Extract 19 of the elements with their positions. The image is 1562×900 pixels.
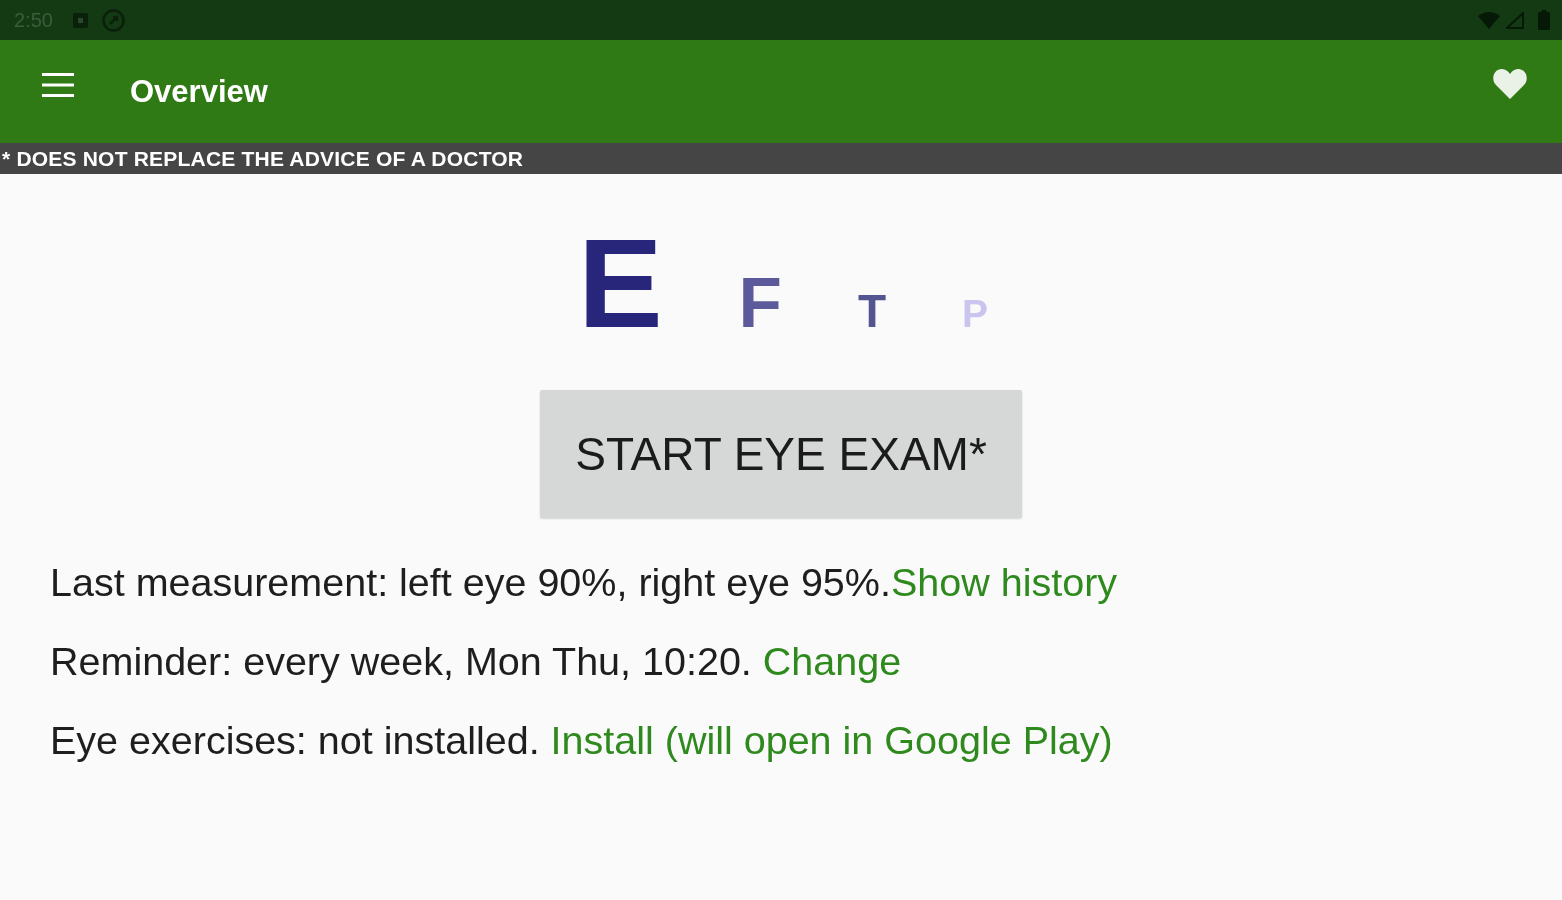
screen-title: Overview xyxy=(130,74,268,110)
eye-chart-letter: T xyxy=(858,288,887,334)
eye-chart-letter: E xyxy=(577,220,663,347)
start-exam-button[interactable]: START EYE EXAM* xyxy=(540,390,1022,518)
circle-icon xyxy=(101,8,125,32)
signal-icon xyxy=(1506,11,1524,29)
info-text: Eye exercises: not installed. Install (will open in Google Play) xyxy=(50,717,1113,764)
disclaimer-text: * DOES NOT REPLACE THE ADVICE OF A DOCTOR xyxy=(2,146,524,171)
text-link[interactable]: Change xyxy=(762,639,902,683)
info-text: Last measurement: left eye 90%, right eye 95%.Show history xyxy=(50,559,1118,606)
info-text: Reminder: every week, Mon Thu, 10:20. Change xyxy=(50,638,902,685)
notification-icon xyxy=(72,12,88,28)
wifi-icon xyxy=(1478,11,1500,29)
menu-icon[interactable] xyxy=(42,72,74,97)
battery-icon xyxy=(1538,10,1550,30)
text-link[interactable]: Show history xyxy=(890,560,1118,604)
eye-chart-letter: F xyxy=(738,267,782,338)
heart-icon[interactable] xyxy=(1493,68,1527,99)
text-link[interactable]: Install (will open in Google Play) xyxy=(550,718,1113,762)
